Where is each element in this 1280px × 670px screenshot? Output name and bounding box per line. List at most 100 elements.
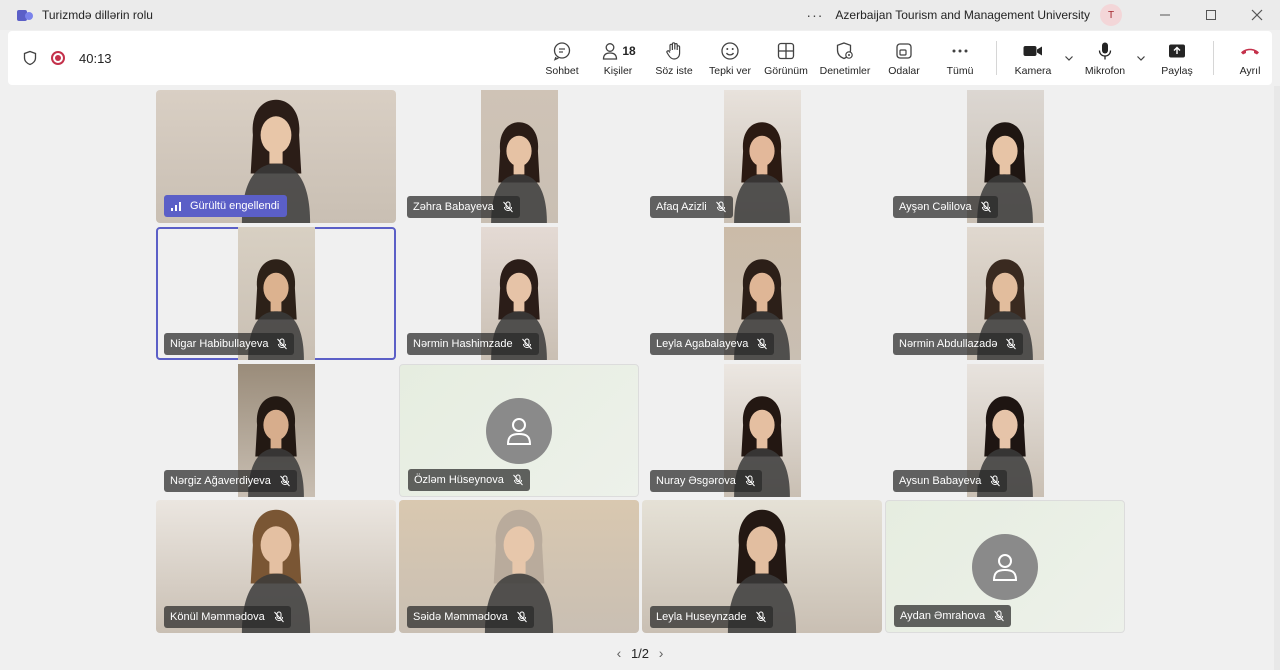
participant-name: Zəhra Babayeva xyxy=(413,201,494,213)
participant-name: Nərgiz Ağaverdiyeva xyxy=(170,475,271,487)
more-icon xyxy=(949,40,971,62)
previous-page-chevron-icon[interactable]: ‹ xyxy=(607,645,631,661)
mic-off-icon xyxy=(521,338,533,350)
participant-tile[interactable]: Səidə Məmmədova xyxy=(399,500,639,633)
raise-hand-label: Söz iste xyxy=(655,64,693,77)
participant-tile[interactable]: Könül Məmmədova xyxy=(156,500,396,633)
participant-tile[interactable]: Aydan Əmrahova xyxy=(885,500,1125,633)
side-rail xyxy=(1274,86,1280,670)
mic-off-icon xyxy=(516,611,528,623)
meeting-timer: 40:13 xyxy=(79,50,112,66)
close-button[interactable] xyxy=(1234,0,1280,30)
participant-name: Nuray Əsgərova xyxy=(656,475,736,487)
signal-bars-icon xyxy=(171,202,181,211)
participant-name-tag: Nigar Habibullayeva xyxy=(164,333,295,355)
page-indicator: 1/2 xyxy=(630,645,650,661)
shield-icon[interactable] xyxy=(22,50,38,66)
participant-name-tag: Aysun Babayeva xyxy=(893,470,1008,492)
more-button[interactable]: Tümü xyxy=(932,31,988,85)
participant-tile[interactable]: Nərgiz Ağaverdiyeva xyxy=(156,364,396,497)
participant-name: Nərmin Hashimzade xyxy=(413,338,513,350)
participant-tile[interactable]: Nərmin Hashimzade xyxy=(399,227,639,360)
chat-button[interactable]: Sohbet xyxy=(534,31,590,85)
participant-tile[interactable]: Nigar Habibullayeva xyxy=(156,227,396,360)
participant-name: Leyla Agabalayeva xyxy=(656,338,749,350)
share-label: Paylaş xyxy=(1161,64,1193,77)
mic-off-icon xyxy=(756,338,768,350)
people-label: Kişiler xyxy=(603,64,633,77)
teams-logo-icon xyxy=(17,7,33,23)
more-horizontal-icon[interactable]: ··· xyxy=(806,7,823,23)
smile-icon xyxy=(719,40,741,62)
video-feed xyxy=(723,90,801,223)
participant-name-tag: Könül Məmmədova xyxy=(164,606,291,628)
controls-label: Denetimler xyxy=(819,64,871,77)
view-label: Görünüm xyxy=(764,64,808,77)
shield-gear-icon xyxy=(834,40,856,62)
participant-tile[interactable]: Leyla Agabalayeva xyxy=(642,227,882,360)
participant-name-tag: Nuray Əsgərova xyxy=(650,470,762,492)
title-bar: Turizmdə dillərin rolu ··· Azerbaijan To… xyxy=(0,0,1280,30)
share-button[interactable]: Paylaş xyxy=(1149,31,1205,85)
rooms-label: Odalar xyxy=(888,64,920,77)
view-button[interactable]: Görünüm xyxy=(758,31,814,85)
camera-options-chevron-icon[interactable] xyxy=(1061,31,1077,85)
leave-button[interactable]: Ayrıl xyxy=(1222,31,1278,85)
toolbar-divider-2 xyxy=(1213,41,1214,75)
participant-name-tag: Nərmin Hashimzade xyxy=(407,333,539,355)
raise-hand-button[interactable]: Söz iste xyxy=(646,31,702,85)
camera-button[interactable]: Kamera xyxy=(1005,31,1061,85)
participant-tile[interactable]: Nuray Əsgərova xyxy=(642,364,882,497)
people-icon: 18 xyxy=(600,40,636,62)
participant-name: Leyla Huseynzade xyxy=(656,611,747,623)
mic-off-icon xyxy=(989,475,1001,487)
video-gallery: Gürültü engellendi Zəhra Babayeva Afaq Azi… xyxy=(0,86,1280,670)
participant-name: Özləm Hüseynova xyxy=(414,474,504,486)
participant-name-tag: Səidə Məmmədova xyxy=(407,606,534,628)
participant-name-tag: Özləm Hüseynova xyxy=(408,469,530,491)
participant-name-tag: Aydan Əmrahova xyxy=(894,605,1012,627)
default-avatar-icon xyxy=(972,533,1038,600)
mic-label: Mikrofon xyxy=(1084,64,1126,77)
participant-name-tag: Nərgiz Ağaverdiyeva xyxy=(164,470,297,492)
default-avatar-icon xyxy=(486,397,552,464)
participant-tile[interactable]: Nərmin Abdullazadə xyxy=(885,227,1125,360)
participant-name-tag: Zəhra Babayeva xyxy=(407,196,520,218)
recording-icon[interactable] xyxy=(51,51,65,65)
participant-tile[interactable]: Zəhra Babayeva xyxy=(399,90,639,223)
participant-name: Nərmin Abdullazadə xyxy=(899,338,998,350)
participant-tile[interactable]: Afaq Azizli xyxy=(642,90,882,223)
participant-name-tag: Nərmin Abdullazadə xyxy=(893,333,1024,355)
mic-off-icon xyxy=(755,611,767,623)
react-button[interactable]: Tepki ver xyxy=(702,31,758,85)
participant-name: Aysun Babayeva xyxy=(899,475,982,487)
toolbar-divider xyxy=(996,41,997,75)
participant-tile[interactable]: Aysun Babayeva xyxy=(885,364,1125,497)
participant-tile[interactable]: Ayşən Cəlilova xyxy=(885,90,1125,223)
react-label: Tepki ver xyxy=(708,64,751,77)
org-avatar[interactable]: T xyxy=(1100,4,1122,26)
participant-name: Səidə Məmmədova xyxy=(413,611,508,623)
mic-options-chevron-icon[interactable] xyxy=(1133,31,1149,85)
participant-tile[interactable]: Özləm Hüseynova xyxy=(399,364,639,497)
mic-button[interactable]: Mikrofon xyxy=(1077,31,1133,85)
controls-button[interactable]: Denetimler xyxy=(814,31,876,85)
mic-off-icon xyxy=(502,201,514,213)
participant-tile[interactable]: Leyla Huseynzade xyxy=(642,500,882,633)
next-page-chevron-icon[interactable]: › xyxy=(649,645,673,661)
participant-name-tag: Leyla Huseynzade xyxy=(650,606,773,628)
people-count: 18 xyxy=(622,43,636,58)
rooms-icon xyxy=(893,40,915,62)
organization-name[interactable]: Azerbaijan Tourism and Management Univer… xyxy=(835,8,1090,22)
minimize-button[interactable] xyxy=(1142,0,1188,30)
participant-name: Afaq Azizli xyxy=(656,201,707,213)
camera-label: Kamera xyxy=(1014,64,1052,77)
grid-icon xyxy=(775,40,797,62)
leave-label: Ayrıl xyxy=(1239,64,1261,77)
maximize-button[interactable] xyxy=(1188,0,1234,30)
chat-icon xyxy=(551,40,573,62)
participant-tile[interactable]: Gürültü engellendi xyxy=(156,90,396,223)
participant-figure xyxy=(734,122,790,223)
rooms-button[interactable]: Odalar xyxy=(876,31,932,85)
people-button[interactable]: 18 Kişiler xyxy=(590,31,646,85)
